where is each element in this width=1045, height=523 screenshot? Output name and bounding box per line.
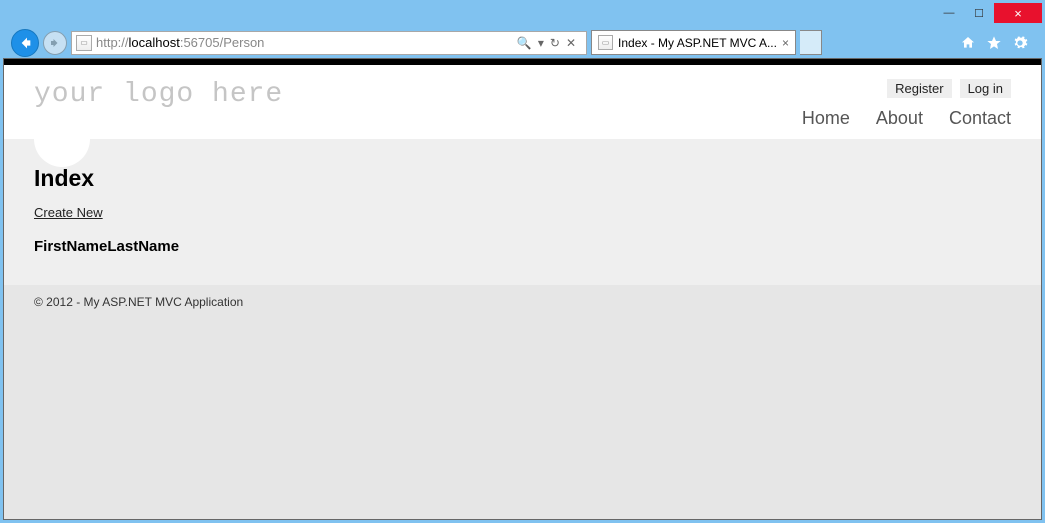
browser-tab[interactable]: ▭ Index - My ASP.NET MVC A... × bbox=[591, 30, 796, 55]
home-icon[interactable] bbox=[960, 35, 976, 51]
address-tools: 🔍 ▾ ↻ ✕ bbox=[511, 36, 582, 50]
column-lastname: LastName bbox=[107, 238, 179, 255]
close-button[interactable]: × bbox=[994, 3, 1042, 23]
new-tab-button[interactable] bbox=[800, 30, 822, 55]
create-new-link[interactable]: Create New bbox=[34, 205, 103, 220]
tab-close-icon[interactable]: × bbox=[782, 36, 789, 50]
footer-text: © 2012 - My ASP.NET MVC Application bbox=[34, 295, 243, 309]
tab-favicon: ▭ bbox=[598, 35, 613, 50]
content-area: your logo here Register Log in Home Abou… bbox=[3, 58, 1042, 520]
forward-button[interactable] bbox=[43, 31, 67, 55]
url-port: :56705 bbox=[180, 35, 220, 50]
minimize-button[interactable]: — bbox=[934, 3, 964, 23]
site-logo[interactable]: your logo here bbox=[34, 79, 283, 110]
nav-home[interactable]: Home bbox=[802, 108, 850, 129]
page-header: your logo here Register Log in Home Abou… bbox=[4, 65, 1041, 139]
page-icon: ▭ bbox=[76, 35, 92, 51]
titlebar: — ☐ × bbox=[3, 3, 1042, 27]
page-body: Index Create New FirstNameLastName bbox=[4, 139, 1041, 285]
nav-contact[interactable]: Contact bbox=[949, 108, 1011, 129]
url-prefix: http:// bbox=[96, 35, 129, 50]
login-link[interactable]: Log in bbox=[960, 79, 1011, 98]
back-button[interactable] bbox=[11, 29, 39, 57]
dropdown-icon[interactable]: ▾ bbox=[538, 36, 544, 50]
arrow-left-icon bbox=[17, 35, 33, 51]
maximize-button[interactable]: ☐ bbox=[964, 3, 994, 23]
search-icon[interactable]: 🔍 bbox=[517, 36, 532, 50]
register-link[interactable]: Register bbox=[887, 79, 951, 98]
gear-icon[interactable] bbox=[1012, 35, 1028, 51]
star-icon[interactable] bbox=[986, 35, 1002, 51]
page: your logo here Register Log in Home Abou… bbox=[4, 65, 1041, 285]
table-header: FirstNameLastName bbox=[34, 238, 1011, 255]
header-right: Register Log in Home About Contact bbox=[802, 79, 1011, 129]
url-host: localhost bbox=[129, 35, 180, 50]
url-text: http://localhost:56705/Person bbox=[96, 35, 511, 50]
page-title: Index bbox=[34, 165, 1011, 192]
tab-title: Index - My ASP.NET MVC A... bbox=[618, 36, 777, 50]
decorative-circle bbox=[34, 111, 90, 167]
column-firstname: FirstName bbox=[34, 238, 107, 255]
nav-about[interactable]: About bbox=[876, 108, 923, 129]
browser-icons bbox=[960, 35, 1036, 51]
nav-links: Home About Contact bbox=[802, 108, 1011, 129]
arrow-right-icon bbox=[49, 37, 61, 49]
auth-links: Register Log in bbox=[887, 79, 1011, 98]
footer: © 2012 - My ASP.NET MVC Application bbox=[4, 285, 1041, 319]
browser-window: — ☐ × ▭ http://localhost:56705/Person 🔍 … bbox=[3, 3, 1042, 520]
url-path: /Person bbox=[220, 35, 265, 50]
stop-icon[interactable]: ✕ bbox=[566, 36, 576, 50]
window-controls: — ☐ × bbox=[934, 3, 1042, 23]
address-bar[interactable]: ▭ http://localhost:56705/Person 🔍 ▾ ↻ ✕ bbox=[71, 31, 587, 55]
refresh-icon[interactable]: ↻ bbox=[550, 36, 560, 50]
browser-toolbar: ▭ http://localhost:56705/Person 🔍 ▾ ↻ ✕ … bbox=[3, 27, 1042, 58]
